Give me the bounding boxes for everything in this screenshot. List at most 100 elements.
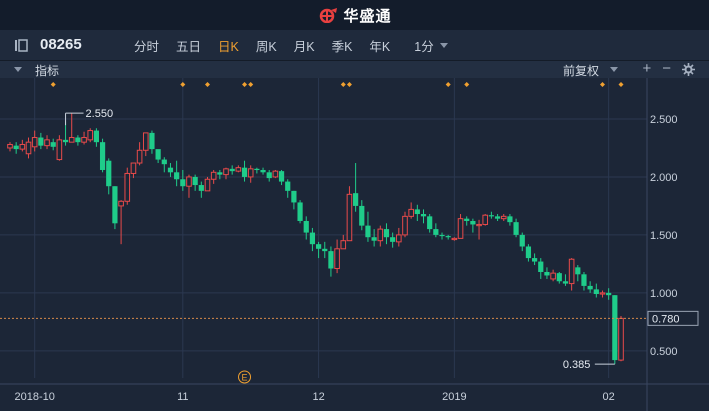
candle-body <box>155 149 161 160</box>
candle-body <box>340 240 347 250</box>
tab-period-month-k[interactable]: 月K <box>294 36 315 55</box>
candle-body <box>309 232 316 245</box>
candle-body <box>291 190 297 203</box>
indicator-collapse-icon[interactable] <box>14 67 22 72</box>
kline-chart[interactable]: 0.780 2.550 0.385 E 2.500 2.000 1.500 1.000 0.5… <box>0 78 709 411</box>
minute-period-dropdown[interactable]: 1分 <box>414 36 448 55</box>
sidebar-toggle-icon[interactable] <box>14 39 28 52</box>
candle-body <box>581 274 587 286</box>
candle-body <box>19 143 26 150</box>
candle-body <box>482 214 489 225</box>
event-markers <box>50 82 624 87</box>
candle-body <box>457 218 464 239</box>
candle-body <box>87 130 94 141</box>
candle-body <box>445 236 451 238</box>
tab-period-intraday[interactable]: 分时 <box>134 36 159 55</box>
candle-body <box>93 130 100 143</box>
candle-body <box>149 132 155 150</box>
candle-body <box>562 281 569 284</box>
tab-period-five-day[interactable]: 五日 <box>176 36 201 55</box>
price-axis-divider <box>0 78 709 411</box>
minute-period-label: 1分 <box>414 39 434 54</box>
tab-period-year-k[interactable]: 年K <box>369 36 390 55</box>
tab-period-quarter-k[interactable]: 季K <box>332 36 353 55</box>
chevron-down-icon <box>439 42 448 48</box>
candle-body <box>217 172 223 175</box>
brand-name: 华盛通 <box>343 7 392 25</box>
candle-body <box>315 244 322 249</box>
candle-body <box>346 193 353 242</box>
remove-indicator-button[interactable]: − <box>662 61 671 77</box>
indicator-bar: 指标 前复权 + − <box>0 61 709 78</box>
current-price-label: 0.780 <box>652 313 680 325</box>
candle-body <box>112 186 118 224</box>
time-tick-label: 2018-10 <box>14 391 54 403</box>
price-tick-label: 0.500 <box>650 346 678 358</box>
candle-body <box>118 200 124 207</box>
candle-body <box>25 141 32 155</box>
price-tick-label: 2.000 <box>650 172 678 184</box>
candle-body <box>606 292 612 296</box>
candle-body <box>525 246 532 259</box>
candle-body <box>44 139 50 147</box>
max-price-label: 2.550 <box>86 108 114 120</box>
candle-body <box>500 215 507 220</box>
tab-period-week-k[interactable]: 周K <box>256 36 277 55</box>
candle-body <box>81 137 87 143</box>
price-tick-label: 1.500 <box>650 230 678 242</box>
event-marker <box>464 82 470 87</box>
candle-body <box>513 222 519 235</box>
candle-body <box>593 289 599 295</box>
time-tick-label: 11 <box>177 391 188 403</box>
gear-icon[interactable] <box>682 63 695 76</box>
candle-body <box>124 172 131 202</box>
candle-body <box>359 205 365 226</box>
stock-code: 08265 <box>40 36 82 53</box>
time-axis: 2018-10 11 12 2019 02 <box>14 391 614 403</box>
candle-body <box>433 229 439 235</box>
candle-body <box>377 228 384 242</box>
candle-body <box>371 237 377 241</box>
candle-body <box>550 272 556 280</box>
candle-body <box>180 179 186 187</box>
candle-body <box>161 159 167 165</box>
candle-body <box>38 137 44 146</box>
candle-body <box>439 234 445 237</box>
candle-body <box>99 142 106 170</box>
candle-body <box>75 137 81 143</box>
add-indicator-button[interactable]: + <box>642 61 651 77</box>
candle-body <box>167 167 174 173</box>
candle-body <box>402 215 408 236</box>
candle-body <box>186 176 192 187</box>
candle-body <box>322 248 328 252</box>
candle-body <box>427 216 433 230</box>
candle-body <box>568 258 575 285</box>
candle-body <box>272 170 279 178</box>
candle-body <box>383 229 390 238</box>
candle-body <box>531 258 538 262</box>
candle-body <box>62 139 69 143</box>
candle-body <box>285 181 291 191</box>
indicator-button[interactable]: 指标 <box>35 62 59 79</box>
candle-body <box>13 145 19 150</box>
candle-body <box>599 292 606 295</box>
candle-body <box>192 176 198 186</box>
candle-body <box>612 295 618 361</box>
tab-period-day-k[interactable]: 日K <box>218 36 239 55</box>
candle-body <box>266 172 272 179</box>
candle-body <box>365 225 371 238</box>
candle-body <box>278 171 285 182</box>
adjust-mode-label[interactable]: 前复权 <box>563 62 599 79</box>
time-tick-label: 2019 <box>442 391 466 403</box>
candle-body <box>204 178 211 192</box>
candle-body <box>130 162 137 174</box>
event-marker <box>50 82 56 87</box>
candle-body <box>519 234 525 247</box>
candle-body <box>470 220 476 225</box>
candle-body <box>235 167 242 172</box>
candle-body <box>142 132 149 151</box>
candle-body <box>198 185 204 191</box>
candle-body <box>223 168 229 176</box>
chevron-down-icon[interactable] <box>610 67 618 72</box>
candle-body <box>303 220 309 233</box>
